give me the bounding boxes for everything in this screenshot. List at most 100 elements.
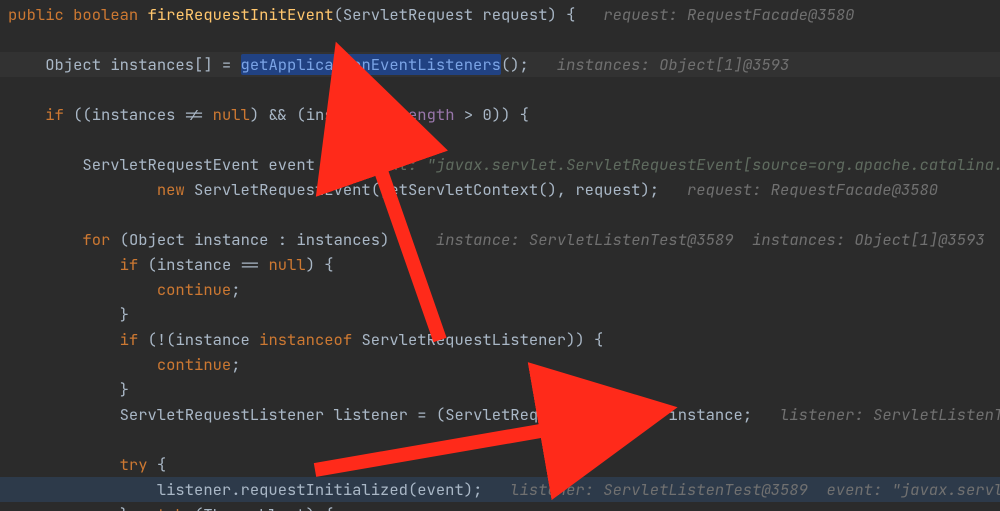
code-line[interactable]: if (!(instance instanceof ServletRequest…: [0, 327, 1000, 352]
op: ==: [241, 254, 260, 275]
type: ServletRequestListener: [120, 404, 325, 425]
code-line[interactable]: try {: [0, 452, 1000, 477]
debug-inline: listener: ServletListenT: [780, 404, 1000, 425]
paren: (!(: [148, 329, 176, 350]
paren: ) {: [306, 504, 334, 511]
var: instance: [194, 229, 268, 250]
keyword-catch: catch: [138, 504, 185, 511]
obj: listener: [157, 479, 231, 500]
brace: {: [157, 454, 166, 475]
dot: .: [231, 479, 240, 500]
code-line[interactable]: ServletRequestEvent event = event: "java…: [0, 152, 1000, 177]
code-line-exec[interactable]: listener.requestInitialized(event); list…: [0, 477, 1000, 502]
code-line[interactable]: ServletRequestListener listener = (Servl…: [0, 402, 1000, 427]
code-line[interactable]: if ((instances != null) && (instances.le…: [0, 102, 1000, 127]
paren: ): [650, 404, 659, 425]
paren: );: [640, 179, 659, 200]
keyword-if: if: [120, 329, 139, 350]
code-line[interactable]: } catch (Throwable t) {: [0, 502, 1000, 511]
paren: ) {: [548, 4, 576, 25]
code-line[interactable]: new ServletRequestEvent(getServletContex…: [0, 177, 1000, 202]
code-line-blank[interactable]: [0, 427, 1000, 452]
paren: )) {: [492, 104, 529, 125]
paren: ) {: [380, 229, 408, 250]
keyword-continue: continue: [157, 279, 231, 300]
brace: }: [120, 379, 129, 400]
method-call: requestInitialized: [241, 479, 408, 500]
method-call: getServletContext: [380, 179, 538, 200]
paren: (: [120, 229, 129, 250]
cast-type: ServletRequestListener: [445, 404, 650, 425]
type: ServletRequestEvent: [82, 154, 259, 175]
paren: ();: [501, 54, 529, 75]
paren: (),: [538, 179, 575, 200]
var: listener: [334, 404, 408, 425]
var: instances: [92, 104, 176, 125]
type: ServletRequestListener: [361, 329, 566, 350]
code-line[interactable]: if (instance == null) {: [0, 252, 1000, 277]
paren: )) {: [566, 329, 603, 350]
op: >: [464, 104, 473, 125]
paren: (: [148, 254, 157, 275]
var: instance: [157, 254, 231, 275]
var: instance: [668, 404, 742, 425]
code-line[interactable]: continue;: [0, 277, 1000, 302]
keyword-continue: continue: [157, 354, 231, 375]
var: instances: [110, 54, 194, 75]
semi: ;: [231, 354, 240, 375]
keyword-try: try: [120, 454, 148, 475]
paren: ) && (: [250, 104, 306, 125]
keyword-null: null: [213, 104, 250, 125]
code-line-blank[interactable]: [0, 27, 1000, 52]
number: 0: [482, 104, 491, 125]
code-editor[interactable]: public boolean fireRequestInitEvent(Serv…: [0, 0, 1000, 511]
paren: (: [408, 479, 417, 500]
semi: ;: [743, 404, 752, 425]
paren: (: [334, 4, 343, 25]
debug-inline: event: "javax.servlet.ServletRequestEven…: [361, 154, 1000, 175]
code-line[interactable]: continue;: [0, 352, 1000, 377]
keyword-public: public: [8, 4, 64, 25]
code-line[interactable]: public boolean fireRequestInitEvent(Serv…: [0, 2, 1000, 27]
arg: event: [417, 479, 464, 500]
op: !=: [185, 104, 204, 125]
op: :: [278, 229, 287, 250]
arg: request: [575, 179, 640, 200]
code-line[interactable]: for (Object instance : instances) { inst…: [0, 227, 1000, 252]
debug-inline: request: RequestFacade@3580: [603, 4, 854, 25]
code-line-current[interactable]: Object instances[] = getApplicationEvent…: [0, 52, 1000, 77]
var: instances: [296, 229, 380, 250]
code-line-blank[interactable]: [0, 77, 1000, 102]
brace: }: [120, 504, 129, 511]
paren: ((: [73, 104, 92, 125]
field: length: [399, 104, 455, 125]
var: instances: [306, 104, 390, 125]
code-line[interactable]: }: [0, 302, 1000, 327]
paren: (: [436, 404, 445, 425]
keyword-if: if: [120, 254, 139, 275]
var: instance: [175, 329, 249, 350]
type: Throwable: [203, 504, 287, 511]
method-name: fireRequestInitEvent: [148, 4, 334, 25]
constructor: ServletRequestEvent: [194, 179, 371, 200]
method-call-selected[interactable]: getApplicationEventListeners: [241, 54, 501, 75]
code-line-blank[interactable]: [0, 202, 1000, 227]
semi: ;: [231, 279, 240, 300]
var: t: [296, 504, 305, 511]
brace: }: [120, 304, 129, 325]
dot: .: [389, 104, 398, 125]
debug-inline: request: RequestFacade@3580: [687, 179, 938, 200]
debug-inline: instance: ServletListenTest@3589 instanc…: [436, 229, 985, 250]
op: =: [324, 154, 333, 175]
keyword-null: null: [268, 254, 305, 275]
param-name: request: [482, 4, 547, 25]
keyword-instanceof: instanceof: [259, 329, 352, 350]
code-line[interactable]: }: [0, 377, 1000, 402]
code-line-blank[interactable]: [0, 127, 1000, 152]
param-type: ServletRequest: [343, 4, 473, 25]
paren: ) {: [306, 254, 334, 275]
type: Object: [45, 54, 101, 75]
type: Object: [129, 229, 185, 250]
op: =: [417, 404, 426, 425]
paren: );: [464, 479, 483, 500]
